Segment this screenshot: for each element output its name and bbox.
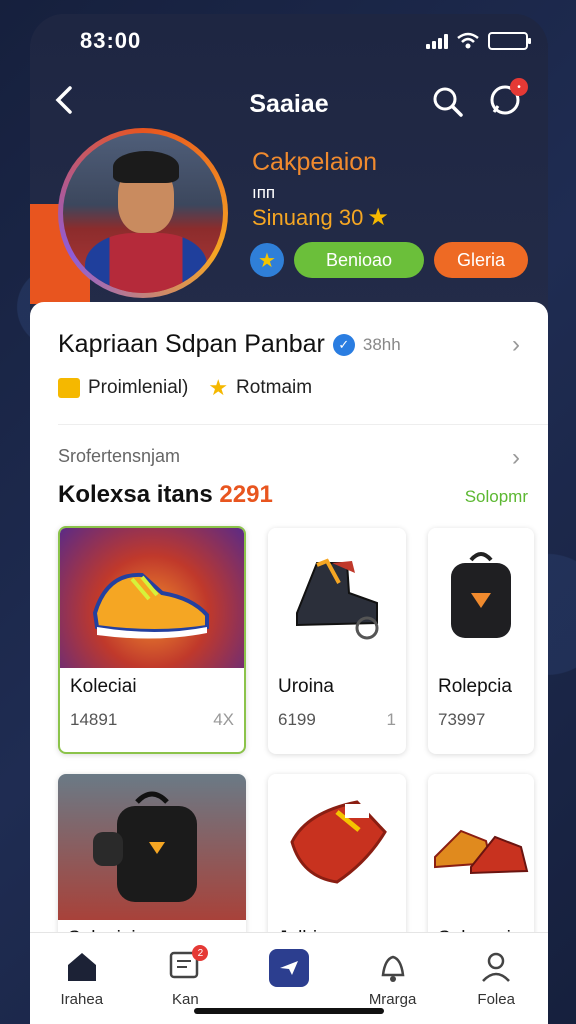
star-icon: ★ [367,204,389,231]
send-icon [279,961,298,975]
collection-item[interactable]: Solepiaia [58,774,246,944]
secondary-button[interactable]: Gleria [434,242,528,278]
item-label: Uroina [278,676,334,697]
item-image [58,774,246,920]
status-time: 83:00 [80,28,142,53]
meta-row: Proimlenial) ★ Rotmaim [58,375,528,401]
profile-card: Kapriaan Sdpan Panbar ✓ 38hh › Proimleni… [30,302,548,944]
item-meta: 6199 1 [268,698,406,730]
name-row: Kapriaan Sdpan Panbar ✓ 38hh › [58,330,528,359]
chevron-left-icon [55,85,72,114]
item-image [428,528,534,668]
notification-badge: • [510,78,528,96]
nav-item-home[interactable]: Irahea [37,949,127,1008]
back-button[interactable] [54,84,74,125]
meta-label: Proimlenial) [88,377,189,398]
nav-item-chat[interactable]: 2 Kan [140,945,230,1008]
page-title: Saaiae [249,89,329,118]
collection-title-row: Kolexsa itans 2291 Solopmr [58,481,528,509]
avatar-photo [63,133,223,293]
battery-icon [488,32,531,50]
item-image [268,774,406,920]
collection-subtitle[interactable]: Srofertensnjam [58,446,528,467]
create-button[interactable] [268,949,309,987]
sneaker-icon [92,572,209,639]
search-button[interactable] [432,86,464,123]
collection-item[interactable]: Jalbiam [268,774,406,944]
nav-item-profile[interactable]: Folea [451,949,541,1008]
meta-item-position: Proimlenial) [58,377,188,399]
nav-item-create[interactable] [244,949,334,993]
item-image [428,774,534,920]
nav-label: Irahea [60,991,104,1008]
item-label: Koleciai [70,676,137,697]
chevron-right-icon: › [512,330,520,358]
nav-item-notifications[interactable]: Mrarga [348,949,438,1008]
phone-screen: 83:00 Saaiae • Cakpelaion ıпп Sinuang 30… [30,14,548,1024]
search-icon [433,87,463,117]
collection-item[interactable]: Koleciai 14891 4X [58,526,246,754]
verified-icon: ✓ [332,333,355,356]
nav-label: Kan [172,991,199,1008]
follow-button[interactable]: Benioao [294,242,424,278]
collection-item[interactable]: Solepeci [428,774,534,944]
status-icons [426,32,531,50]
bottom-nav: Irahea 2 Kan Mrarga Folea [30,932,548,1024]
badge-icon [58,378,80,398]
collection-count: 2291 [219,481,273,508]
sneaker-icon [434,829,529,875]
collection-title-text: Kolexsa itans [58,481,213,508]
profile-actions: ★ Benioao Gleria [250,242,528,278]
meta-label: Rotmaim [236,377,313,398]
top-bar: Saaiae • [30,78,548,125]
avatar[interactable] [58,128,228,298]
item-meta: 14891 4X [60,698,244,730]
signal-icon [426,33,448,49]
bell-icon [381,955,404,982]
profile-rating: Sinuang 30 ★ [252,203,389,232]
item-meta: 73997 [428,698,534,730]
messages-button[interactable]: • [488,78,528,123]
wifi-icon [457,32,479,49]
badge-star-icon[interactable]: ★ [250,243,284,277]
profile-rating-text: Sinuang 30 [252,204,364,230]
profile-role: Cakpelaion [252,148,378,176]
collection-header: Srofertensnjam › Kolexsa itans 2291 Solo… [58,444,528,509]
collection-item[interactable]: Uroina 6199 1 [268,528,406,754]
profile-header: 83:00 Saaiae • Cakpelaion ıпп Sinuang 30… [30,14,548,314]
item-value: 6199 [278,710,316,729]
item-label: Rolepcia [438,676,512,697]
star-icon: ★ [208,375,229,400]
item-value: 73997 [438,710,486,729]
item-image [268,528,406,668]
item-image [60,528,244,668]
item-extra: 4X [213,710,234,729]
item-value: 14891 [70,710,118,729]
profile-summary: Cakpelaion ıпп Sinuang 30 ★ [252,148,389,232]
nav-label: Mrarga [368,991,417,1008]
backpack-icon [451,552,511,638]
status-bar: 83:00 [80,28,531,54]
collection-item[interactable]: Rolepcia 73997 [428,528,534,754]
backpack-icon [93,791,197,902]
see-all-link[interactable]: Solopmr [465,487,528,507]
pad-icon [290,800,387,884]
profile-subtitle: ıпп [252,183,276,202]
chevron-right-icon[interactable]: › [512,444,520,472]
handle: 38hh [362,334,401,354]
nav-label: Folea [477,991,515,1008]
item-extra: 1 [386,710,396,729]
meta-item-rating: ★ Rotmaim [208,375,312,401]
user-icon [482,952,511,982]
full-name: Kapriaan Sdpan Panbar [58,330,325,358]
home-icon [67,953,96,981]
nav-badge: 2 [192,945,209,961]
divider [58,424,548,425]
home-indicator [194,1008,384,1014]
details-section[interactable]: Kapriaan Sdpan Panbar ✓ 38hh › Proimleni… [58,330,528,401]
collection-title: Kolexsa itans 2291 [58,481,273,509]
boots-icon [296,558,379,640]
